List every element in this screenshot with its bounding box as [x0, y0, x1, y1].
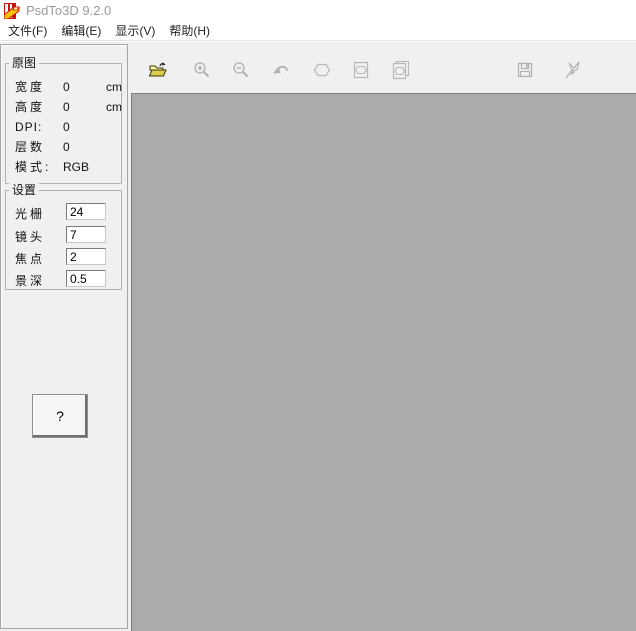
hexagon-icon [312, 60, 332, 80]
framed-shape-button[interactable] [349, 58, 373, 82]
width-unit: cm [106, 80, 122, 95]
width-label: 宽度 [15, 80, 45, 95]
side-panel: 原图 宽度 0 cm 高度 0 cm DPI: 0 层数 0 模式: RGB [0, 44, 128, 629]
info-row-mode: 模式: RGB [6, 160, 121, 175]
undo-button[interactable] [269, 58, 293, 82]
raster-input[interactable] [66, 203, 106, 220]
window-title: PsdTo3D 9.2.0 [26, 0, 111, 22]
raster-label: 光栅 [15, 205, 45, 222]
menu-bar: 文件(F) 编辑(E) 显示(V) 帮助(H) [0, 22, 636, 41]
field-row-depth: 景深 [6, 270, 121, 288]
hexagon-frame-icon [351, 60, 371, 80]
height-unit: cm [106, 100, 122, 115]
menu-view[interactable]: 显示(V) [108, 22, 162, 40]
field-row-lens: 镜头 [6, 226, 121, 244]
height-label: 高度 [15, 100, 45, 115]
dpi-label: DPI: [15, 120, 42, 135]
info-row-width: 宽度 0 cm [6, 80, 121, 95]
save-floppy-icon [515, 60, 535, 80]
lens-label: 镜头 [15, 228, 45, 245]
hexagon-stack-icon [390, 60, 410, 80]
generate-3d-button[interactable] [561, 58, 585, 82]
zoom-in-button[interactable] [190, 58, 214, 82]
height-value: 0 [63, 100, 70, 115]
info-row-height: 高度 0 cm [6, 100, 121, 115]
depth-input[interactable] [66, 270, 106, 287]
origami-bird-icon [562, 59, 584, 81]
layers-label: 层数 [15, 140, 45, 155]
client-area: 原图 宽度 0 cm 高度 0 cm DPI: 0 层数 0 模式: RGB [0, 42, 636, 631]
save-button[interactable] [513, 58, 537, 82]
undo-icon [271, 60, 291, 80]
focus-input[interactable] [66, 248, 106, 265]
width-value: 0 [63, 80, 70, 95]
focus-label: 焦点 [15, 250, 45, 267]
zoom-in-icon [192, 60, 212, 80]
single-shape-button[interactable] [310, 58, 334, 82]
menu-edit[interactable]: 编辑(E) [54, 22, 108, 40]
layers-value: 0 [63, 140, 70, 155]
zoom-out-icon [231, 60, 251, 80]
mode-label: 模式: [15, 160, 51, 175]
info-row-layers: 层数 0 [6, 140, 121, 155]
menu-file[interactable]: 文件(F) [1, 22, 54, 40]
help-button[interactable]: ? [32, 394, 88, 438]
title-bar[interactable]: PsdTo3D 9.2.0 [0, 0, 636, 22]
open-file-button[interactable] [146, 58, 170, 82]
field-row-focus: 焦点 [6, 248, 121, 266]
depth-label: 景深 [15, 272, 45, 289]
settings-group: 设置 光栅 镜头 焦点 景深 [5, 190, 122, 290]
original-group-title: 原图 [9, 56, 39, 70]
psdto3d-logo-icon [4, 3, 20, 19]
lens-input[interactable] [66, 226, 106, 243]
stacked-shape-button[interactable] [388, 58, 412, 82]
field-row-raster: 光栅 [6, 203, 121, 221]
info-row-dpi: DPI: 0 [6, 120, 121, 135]
original-image-group: 原图 宽度 0 cm 高度 0 cm DPI: 0 层数 0 模式: RGB [5, 63, 122, 184]
zoom-out-button[interactable] [229, 58, 253, 82]
mode-value: RGB [63, 160, 89, 175]
menu-help[interactable]: 帮助(H) [162, 22, 217, 40]
open-folder-icon [148, 60, 168, 80]
canvas-viewport [131, 93, 636, 631]
dpi-value: 0 [63, 120, 70, 135]
settings-group-title: 设置 [9, 183, 39, 197]
